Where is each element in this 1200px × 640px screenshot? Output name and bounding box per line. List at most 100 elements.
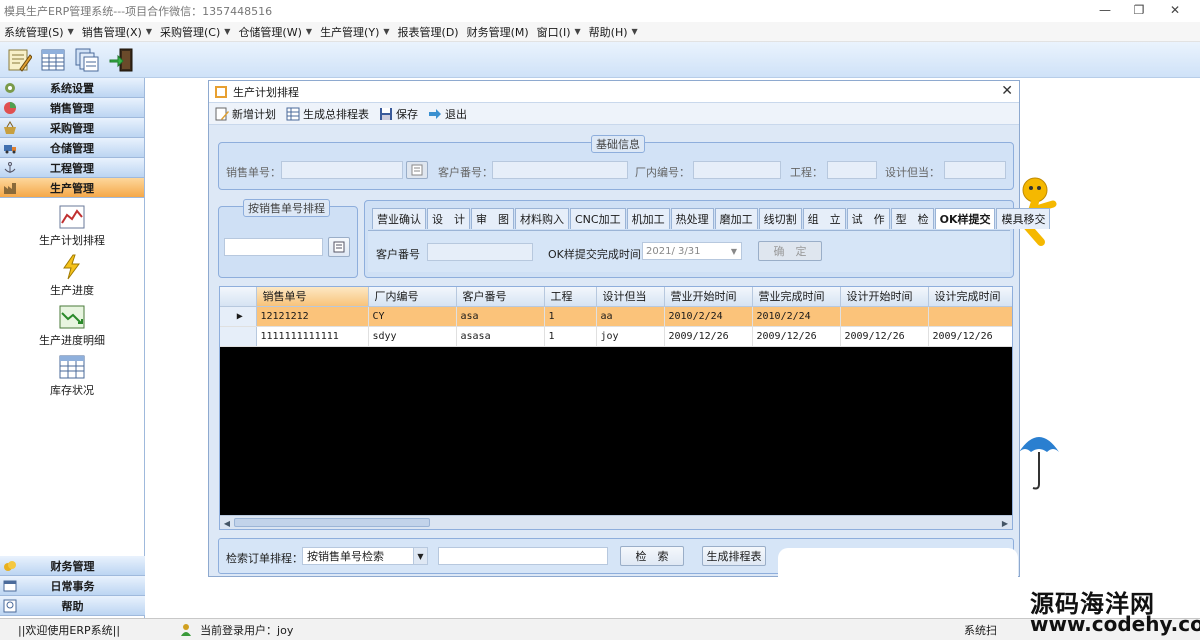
- table-cell[interactable]: 1111111111111: [256, 326, 369, 347]
- sub-item-production-progress[interactable]: 生产进度: [0, 254, 144, 298]
- column-header[interactable]: 设计开始时间: [840, 287, 929, 307]
- save-button[interactable]: 保存: [379, 106, 418, 122]
- table-row[interactable]: 1111111111111 sdyy asasa 1 joy 2009/12/2…: [220, 326, 1012, 347]
- table-row[interactable]: ▶ 12121212 CY asa 1 aa 2010/2/24 2010/2/…: [220, 306, 1012, 327]
- sub-item-inventory-status[interactable]: 库存状况: [0, 354, 144, 398]
- table-cell[interactable]: asa: [456, 306, 545, 327]
- tab-ok-sample[interactable]: OK样提交: [934, 208, 996, 229]
- column-header[interactable]: 设计但当: [596, 287, 665, 307]
- generate-master-schedule-button[interactable]: 生成总排程表: [286, 106, 369, 122]
- nav-finance[interactable]: 财务管理: [0, 556, 145, 576]
- close-button[interactable]: ✕: [1158, 0, 1192, 20]
- horizontal-scrollbar[interactable]: ◀ ▶: [220, 515, 1012, 529]
- menu-purchase[interactable]: 采购管理(C): [156, 24, 224, 40]
- tab-inspection[interactable]: 型 检: [890, 208, 934, 229]
- documents-icon[interactable]: [72, 45, 102, 75]
- tab-review[interactable]: 审 图: [471, 208, 514, 229]
- table-cell[interactable]: 2009/12/26: [840, 326, 929, 347]
- nav-system-settings[interactable]: 系统设置: [0, 78, 144, 98]
- dropdown-arrow-icon[interactable]: ▼: [413, 548, 427, 564]
- sales-no-input[interactable]: [281, 161, 403, 179]
- spreadsheet-icon[interactable]: [38, 45, 68, 75]
- menu-reports[interactable]: 报表管理(D): [394, 24, 463, 40]
- edit-document-icon[interactable]: [4, 45, 34, 75]
- ok-date-picker[interactable]: 2021/ 3/31 ▼: [642, 242, 742, 260]
- nav-engineering[interactable]: 工程管理: [0, 158, 144, 178]
- nav-daily-affairs[interactable]: 日常事务: [0, 576, 145, 596]
- sales-sort-input[interactable]: [224, 238, 323, 256]
- scroll-thumb[interactable]: [234, 518, 430, 527]
- sub-item-progress-detail[interactable]: 生产进度明细: [0, 304, 144, 348]
- table-cell[interactable]: 2009/12/26: [664, 326, 753, 347]
- menu-production[interactable]: 生产管理(Y): [316, 24, 383, 40]
- sub-item-production-plan[interactable]: 生产计划排程: [0, 204, 144, 248]
- menu-warehouse[interactable]: 仓储管理(W): [234, 24, 305, 40]
- minimize-button[interactable]: —: [1088, 0, 1122, 20]
- exit-button[interactable]: 退出: [428, 106, 467, 122]
- table-cell[interactable]: 1: [544, 306, 597, 327]
- column-header[interactable]: 设计完成时间: [928, 287, 1012, 307]
- confirm-button[interactable]: 确 定: [758, 241, 822, 261]
- column-header[interactable]: 工程: [544, 287, 597, 307]
- table-cell[interactable]: [928, 306, 1012, 327]
- table-cell[interactable]: asasa: [456, 326, 545, 347]
- table-cell[interactable]: [840, 306, 929, 327]
- tab-material[interactable]: 材料购入: [515, 208, 569, 229]
- process-input[interactable]: [827, 161, 877, 179]
- customer-no-input[interactable]: [492, 161, 628, 179]
- tab-wire-cut[interactable]: 线切割: [758, 208, 802, 229]
- table-cell[interactable]: 2010/2/24: [752, 306, 841, 327]
- lookup-button[interactable]: [406, 161, 428, 179]
- new-plan-button[interactable]: 新增计划: [215, 106, 276, 122]
- grid-corner[interactable]: [220, 287, 257, 307]
- scroll-left-icon[interactable]: ◀: [220, 516, 234, 529]
- tab-customer-no-label: 客户番号: [376, 248, 420, 261]
- factory-no-input[interactable]: [693, 161, 781, 179]
- search-type-select[interactable]: 按销售单号检索 ▼: [302, 547, 428, 565]
- nav-sales[interactable]: 销售管理: [0, 98, 144, 118]
- tab-mold-handover[interactable]: 模具移交: [996, 208, 1051, 229]
- column-header[interactable]: 厂内编号: [368, 287, 457, 307]
- tab-heat-treatment[interactable]: 热处理: [670, 208, 714, 229]
- column-header[interactable]: 营业开始时间: [664, 287, 753, 307]
- table-cell[interactable]: 12121212: [256, 306, 369, 327]
- search-button[interactable]: 检 索: [620, 546, 684, 566]
- table-cell[interactable]: aa: [596, 306, 665, 327]
- tab-customer-no-input[interactable]: [427, 243, 533, 261]
- menu-help[interactable]: 帮助(H): [585, 24, 632, 40]
- column-header[interactable]: 客户番号: [456, 287, 545, 307]
- generate-schedule-button[interactable]: 生成排程表: [702, 546, 766, 566]
- menu-finance[interactable]: 财务管理(M): [463, 24, 533, 40]
- column-header[interactable]: 销售单号: [256, 287, 369, 307]
- table-cell[interactable]: 1: [544, 326, 597, 347]
- tab-assembly[interactable]: 组 立: [802, 208, 846, 229]
- search-input[interactable]: [438, 547, 608, 565]
- table-cell[interactable]: joy: [596, 326, 665, 347]
- designer-input[interactable]: [944, 161, 1006, 179]
- table-cell[interactable]: 2009/12/26: [752, 326, 841, 347]
- nav-production[interactable]: 生产管理: [0, 178, 144, 198]
- table-cell[interactable]: 2010/2/24: [664, 306, 753, 327]
- menu-window[interactable]: 窗口(I): [533, 24, 575, 40]
- nav-warehouse[interactable]: 仓储管理: [0, 138, 144, 158]
- tab-trial[interactable]: 试 作: [846, 208, 890, 229]
- nav-help[interactable]: 帮助: [0, 596, 145, 616]
- column-header[interactable]: 营业完成时间: [752, 287, 841, 307]
- maximize-button[interactable]: ❐: [1122, 0, 1156, 20]
- exit-door-icon[interactable]: [106, 45, 136, 75]
- dialog-close-button[interactable]: ✕: [1001, 83, 1013, 99]
- sales-sort-lookup-button[interactable]: [328, 237, 350, 257]
- menu-system[interactable]: 系统管理(S): [0, 24, 68, 40]
- tab-sales-confirm[interactable]: 营业确认: [372, 208, 426, 229]
- tab-cnc[interactable]: CNC加工: [570, 208, 626, 229]
- customer-no-label: 客户番号：: [438, 166, 493, 179]
- nav-purchase[interactable]: 采购管理: [0, 118, 144, 138]
- menu-sales[interactable]: 销售管理(X): [78, 24, 146, 40]
- scroll-right-icon[interactable]: ▶: [998, 516, 1012, 529]
- tab-design[interactable]: 设 计: [427, 208, 470, 229]
- tab-machining[interactable]: 机加工: [626, 208, 670, 229]
- table-cell[interactable]: sdyy: [368, 326, 457, 347]
- table-cell[interactable]: 2009/12/26: [928, 326, 1012, 347]
- table-cell[interactable]: CY: [368, 306, 457, 327]
- tab-grinding[interactable]: 磨加工: [714, 208, 758, 229]
